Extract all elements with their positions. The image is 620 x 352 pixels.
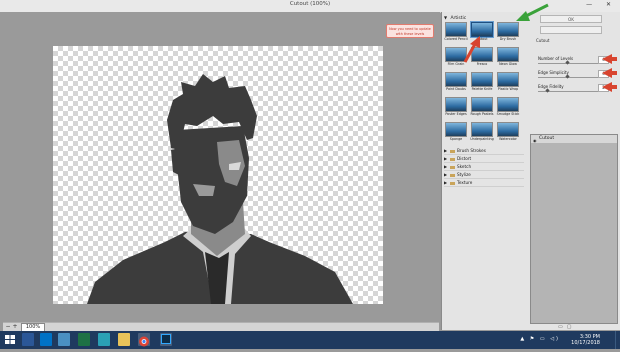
chevron-down-icon: ▼ bbox=[444, 15, 448, 20]
category-label: Sketch bbox=[457, 164, 472, 169]
preview-area bbox=[0, 12, 440, 322]
filter-thumb-image bbox=[471, 72, 493, 87]
category-label: Distort bbox=[457, 156, 472, 161]
param-label: Edge Fidelity bbox=[538, 84, 564, 89]
filter-select[interactable]: Cutout bbox=[536, 38, 549, 43]
annotation-callout: Now you need to update with these levels bbox=[386, 24, 434, 38]
filter-thumb-image bbox=[497, 72, 519, 87]
windows-start-icon[interactable] bbox=[4, 333, 16, 346]
word-icon[interactable] bbox=[22, 333, 34, 346]
layer-buttons[interactable]: ▭▢ bbox=[558, 324, 575, 330]
excel-icon[interactable] bbox=[78, 333, 90, 346]
red-arrow-icon bbox=[463, 36, 480, 63]
filter-thumb-image bbox=[497, 22, 519, 37]
filter-category[interactable]: ▶ Distort bbox=[444, 155, 524, 163]
folder-icon bbox=[450, 157, 455, 161]
filter-thumb-image bbox=[497, 47, 519, 62]
category-label: Artistic bbox=[450, 16, 467, 21]
category-label: Brush Strokes bbox=[457, 148, 486, 153]
filter-thumb-image bbox=[497, 97, 519, 112]
show-desktop-button[interactable] bbox=[615, 331, 620, 349]
filter-thumb[interactable]: Neon Glow bbox=[497, 47, 519, 70]
filter-category[interactable]: ▶ Sketch bbox=[444, 163, 524, 171]
effect-layer-row[interactable]: ◉ Cutout bbox=[531, 135, 617, 143]
chrome-icon[interactable] bbox=[138, 333, 150, 347]
filter-thumb-label: Dry Brush bbox=[499, 37, 517, 41]
system-tray-icons[interactable]: ▲ ⚑ ▭ ◁) bbox=[520, 336, 560, 342]
preview-canvas bbox=[53, 46, 383, 304]
cancel-button[interactable] bbox=[540, 26, 602, 34]
effect-layers-list: ◉ Cutout bbox=[530, 134, 618, 324]
remote-desktop-icon[interactable] bbox=[58, 333, 70, 346]
filter-thumb-image bbox=[471, 122, 493, 137]
zoom-in-button[interactable]: + bbox=[12, 324, 18, 330]
filter-category[interactable]: ▶ Stylize bbox=[444, 171, 524, 179]
filter-thumb-image bbox=[497, 122, 519, 137]
category-label: Stylize bbox=[457, 172, 471, 177]
filter-thumb-label: Watercolor bbox=[499, 137, 517, 141]
category-label: Texture bbox=[457, 180, 473, 185]
filter-thumb[interactable]: Smudge Stick bbox=[497, 97, 519, 120]
filter-thumb[interactable]: Paint Daubs bbox=[445, 72, 467, 95]
filter-category-list: ▶ Brush Strokes ▶ Distort ▶ Sketch ▶ Stylize ▶ Te… bbox=[444, 147, 524, 187]
filter-thumb-label: Underpainting bbox=[470, 137, 494, 141]
cutout-portrait-image bbox=[87, 74, 353, 304]
filter-thumb[interactable]: Watercolor bbox=[497, 122, 519, 145]
filter-thumb-label: Poster Edges bbox=[445, 112, 467, 116]
folder-icon bbox=[450, 181, 455, 185]
filter-thumb[interactable]: Dry Brush bbox=[497, 22, 519, 45]
filter-thumb[interactable]: Sponge bbox=[445, 122, 467, 145]
filter-thumb[interactable]: Plastic Wrap bbox=[497, 72, 519, 95]
windows-taskbar: ▲ ⚑ ▭ ◁) 3:30 PM 10/17/2018 bbox=[0, 331, 620, 349]
filter-category[interactable]: ▶ Brush Strokes bbox=[444, 147, 524, 155]
file-explorer-icon[interactable] bbox=[118, 333, 130, 346]
photoshop-icon[interactable] bbox=[160, 333, 172, 346]
filter-thumb[interactable]: Palette Knife bbox=[471, 72, 493, 95]
window-controls[interactable]: — ✕ bbox=[586, 1, 617, 8]
app-icon[interactable] bbox=[98, 333, 110, 346]
filter-thumb-label: Plastic Wrap bbox=[497, 87, 519, 91]
param-label: Edge Simplicity bbox=[538, 70, 569, 75]
zoom-out-button[interactable]: − bbox=[5, 324, 11, 330]
green-arrow-icon bbox=[516, 3, 549, 21]
effect-layer-label: Cutout bbox=[539, 136, 555, 141]
outlook-icon[interactable] bbox=[40, 333, 52, 346]
clock-date: 10/17/2018 bbox=[571, 340, 600, 346]
clock[interactable]: 3:30 PM 10/17/2018 bbox=[571, 334, 600, 346]
filter-thumb-image bbox=[445, 122, 467, 137]
folder-icon bbox=[450, 165, 455, 169]
filter-thumb-label: Paint Daubs bbox=[446, 87, 466, 91]
filter-thumb-image bbox=[445, 97, 467, 112]
folder-icon bbox=[450, 173, 455, 177]
filter-thumb-image bbox=[445, 72, 467, 87]
red-level-arrows-icon bbox=[602, 54, 617, 92]
filter-thumb[interactable]: Rough Pastels bbox=[470, 97, 494, 120]
filter-thumb-label: Sponge bbox=[449, 137, 463, 141]
filter-category[interactable]: ▶ Texture bbox=[444, 179, 524, 187]
eye-icon[interactable]: ◉ bbox=[533, 137, 537, 145]
filter-thumb-label: Palette Knife bbox=[471, 87, 493, 91]
filter-thumb-label: Rough Pastels bbox=[470, 112, 494, 116]
filter-thumb[interactable]: Poster Edges bbox=[445, 97, 467, 120]
filter-thumb-label: Smudge Stick bbox=[496, 112, 520, 116]
filter-thumb-image bbox=[471, 97, 493, 112]
filter-thumb-label: Neon Glow bbox=[499, 62, 517, 66]
folder-icon bbox=[450, 149, 455, 153]
filter-thumb[interactable]: Underpainting bbox=[470, 122, 494, 145]
